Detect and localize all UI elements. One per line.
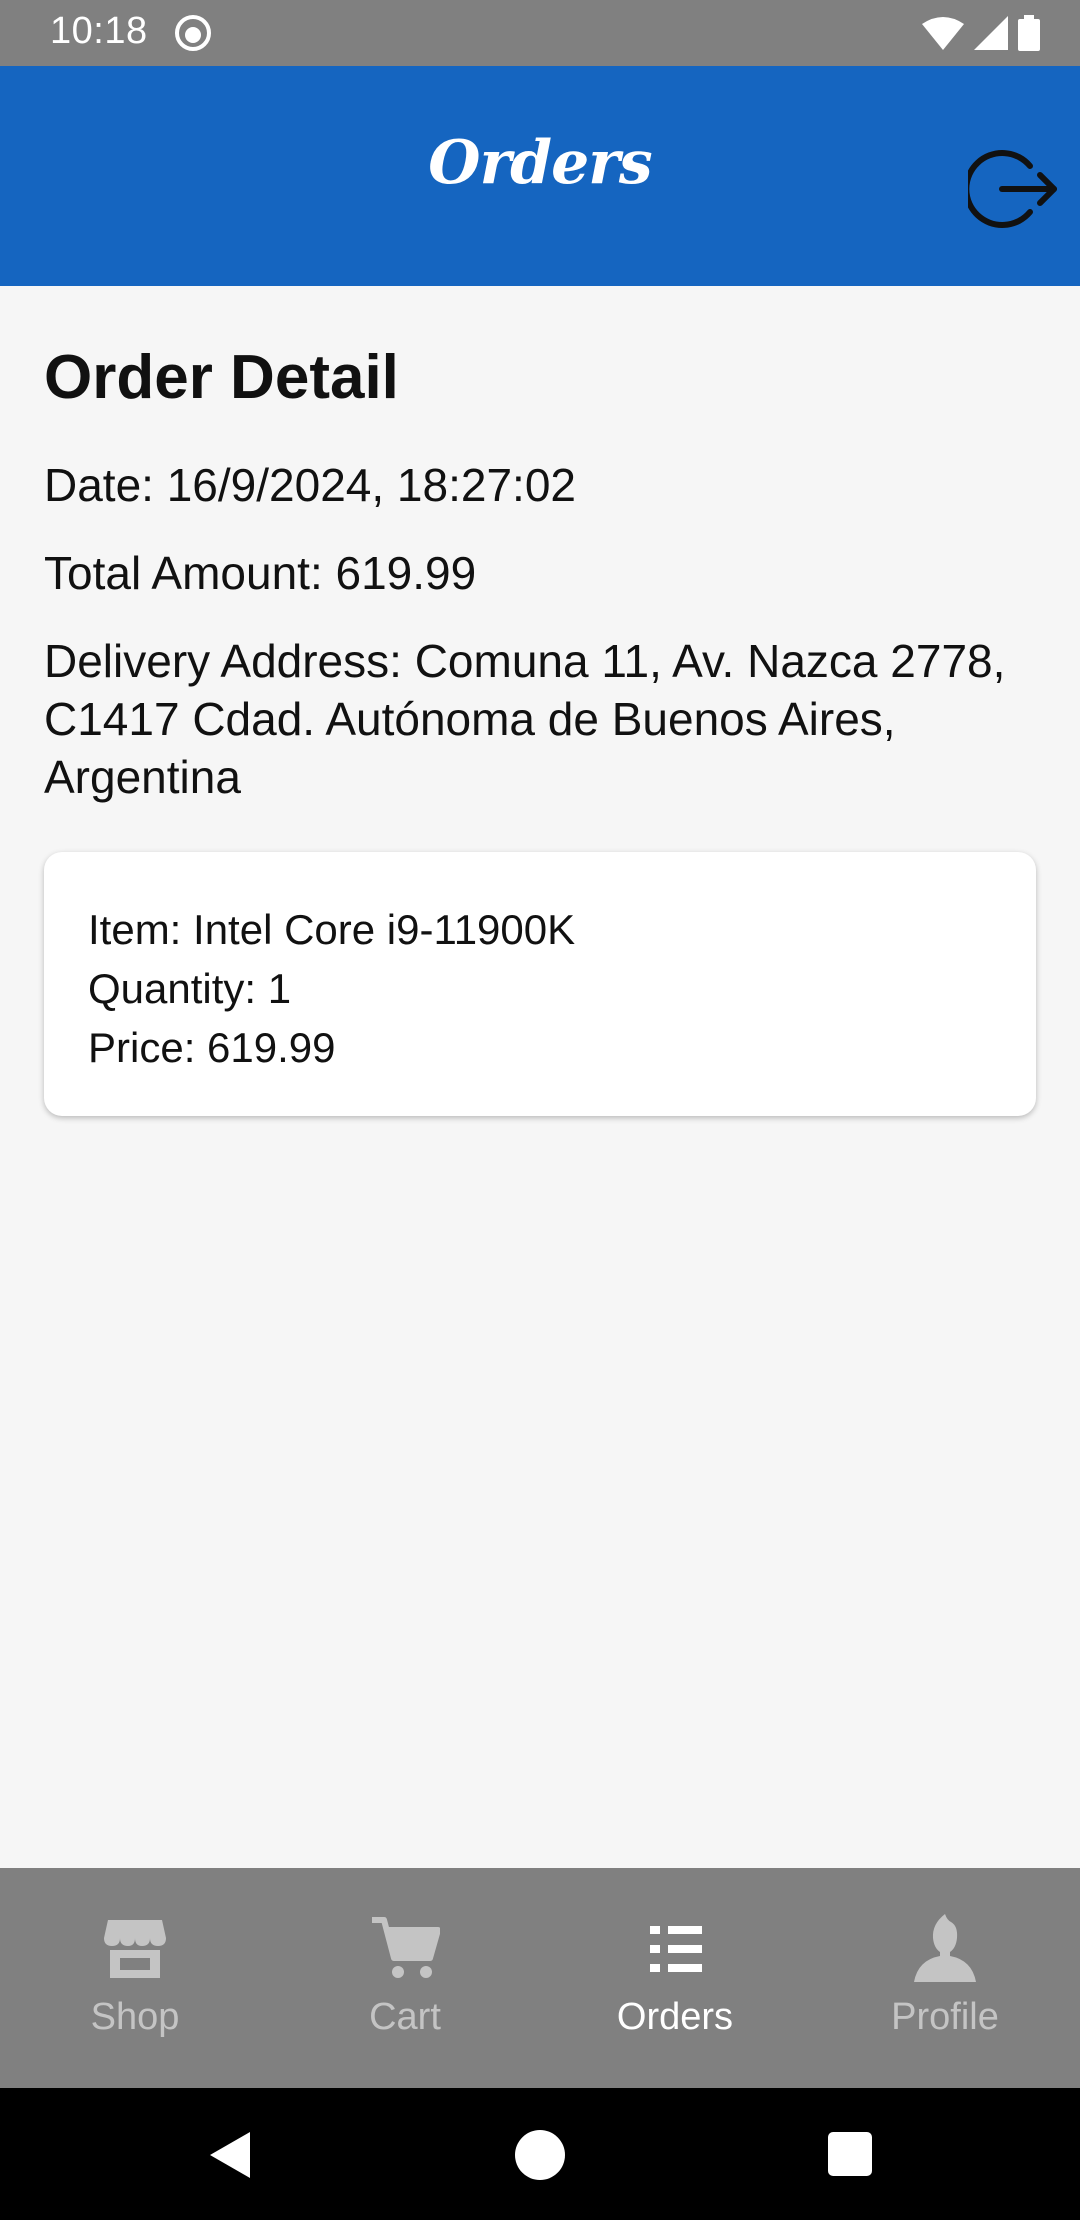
system-nav-bar (0, 2088, 1080, 2220)
tab-shop[interactable]: Shop (0, 1868, 270, 2088)
back-icon[interactable] (204, 2128, 258, 2182)
tab-profile[interactable]: Profile (810, 1868, 1080, 2088)
logout-button[interactable] (963, 144, 1058, 234)
status-bar: 10:18 (0, 0, 1080, 66)
list-icon (650, 1926, 702, 1972)
page-header-title: Orders (428, 128, 652, 198)
bottom-tab-bar: Shop Cart Orders Profile (0, 1868, 1080, 2088)
signal-icon (974, 16, 1008, 50)
status-indicators (922, 14, 1040, 52)
order-detail-content: Order Detail Date: 16/9/2024, 18:27:02 T… (44, 286, 1036, 1116)
app-header: Orders (0, 66, 1080, 286)
status-time: 10:18 (50, 10, 148, 52)
battery-icon (1018, 15, 1040, 51)
tab-label-orders: Orders (616, 1996, 734, 2038)
tab-label-shop: Shop (90, 1996, 180, 2038)
cart-icon (372, 1917, 440, 1978)
order-total: Total Amount: 619.99 (44, 547, 477, 599)
item-price: Price: 619.99 (88, 1024, 336, 1071)
logout-icon (963, 150, 1057, 228)
recents-icon[interactable] (824, 2128, 878, 2182)
tab-label-cart: Cart (369, 1996, 441, 2038)
order-address: Delivery Address: Comuna 11, Av. Nazca 2… (44, 635, 1006, 803)
order-item-card: Item: Intel Core i9-11900K Quantity: 1 P… (44, 852, 1036, 1116)
order-date: Date: 16/9/2024, 18:27:02 (44, 459, 576, 511)
shop-icon (104, 1920, 166, 1978)
tab-orders[interactable]: Orders (540, 1868, 810, 2088)
tab-cart[interactable]: Cart (270, 1868, 540, 2088)
item-quantity: Quantity: 1 (88, 965, 292, 1012)
page-title: Order Detail (44, 343, 399, 412)
tab-label-profile: Profile (891, 1996, 999, 2038)
app-notification-icon (175, 15, 211, 51)
wifi-icon (922, 17, 964, 50)
person-icon (914, 1914, 976, 1982)
home-icon[interactable] (513, 2128, 567, 2182)
item-name: Item: Intel Core i9-11900K (88, 906, 576, 953)
